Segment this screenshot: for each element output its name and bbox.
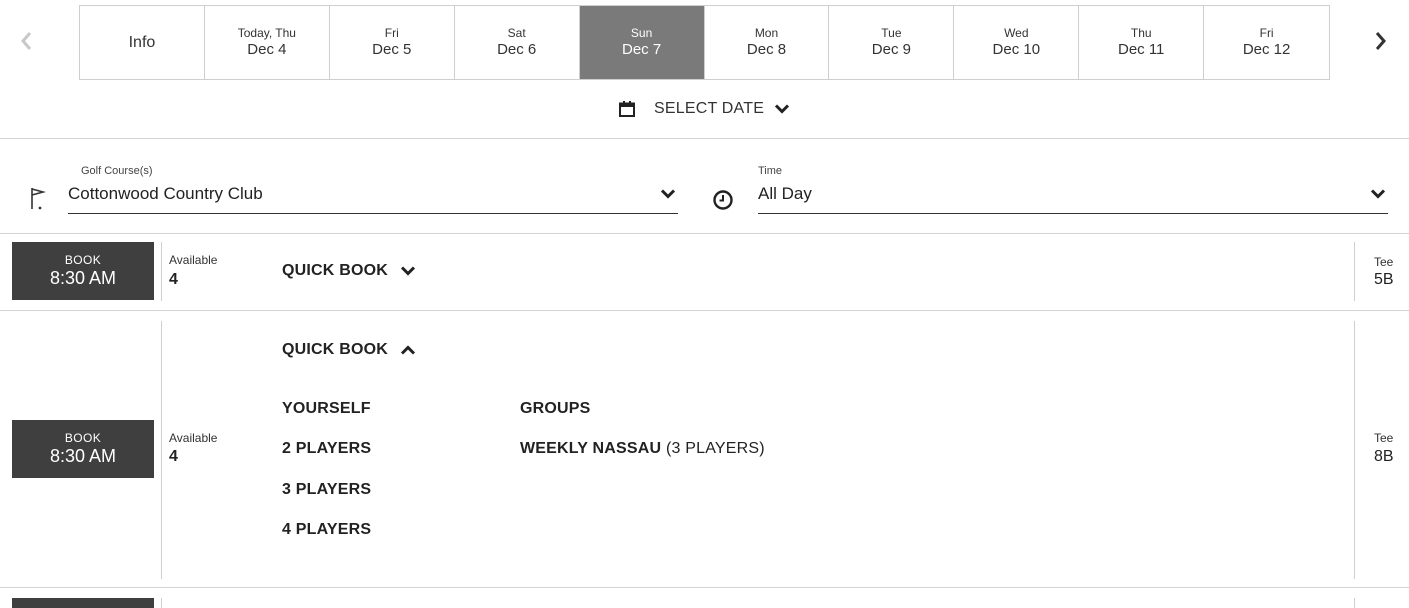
- course-field-underline: [68, 213, 678, 214]
- date-tab-date: Dec 8: [746, 41, 787, 58]
- tee-label: Tee: [1374, 431, 1394, 445]
- date-tab-date: Dec 5: [372, 41, 412, 58]
- chevron-down-icon: [400, 266, 416, 276]
- date-tab-dec-4[interactable]: Today, Thu Dec 4: [205, 6, 330, 79]
- date-tab-date: Dec 10: [992, 41, 1041, 58]
- chevron-up-icon: [400, 345, 416, 355]
- date-strip: Info Today, Thu Dec 4 Fri Dec 5 Sat Dec …: [79, 5, 1330, 80]
- time-field-underline: [758, 213, 1388, 214]
- quick-book-toggle[interactable]: QUICK BOOK: [282, 262, 416, 280]
- book-4-players-option[interactable]: 4 PLAYERS: [282, 521, 371, 539]
- date-tab-dec-7-selected[interactable]: Sun Dec 7: [579, 6, 705, 79]
- clock-icon: [713, 190, 733, 210]
- book-yourself-option[interactable]: YOURSELF: [282, 400, 371, 418]
- date-tab-weekday: Sun: [630, 26, 653, 40]
- date-tab-date: Dec 6: [497, 41, 537, 58]
- date-tab-dec-12[interactable]: Fri Dec 12: [1204, 6, 1329, 79]
- tee-time: 8:30 AM: [49, 446, 117, 466]
- select-date-label: SELECT DATE: [654, 100, 765, 117]
- time-field-label: Time: [758, 165, 783, 177]
- column-divider: [161, 242, 162, 301]
- book-button-row-2[interactable]: BOOK 8:30 AM: [12, 420, 154, 478]
- date-tab-weekday: Thu: [1130, 26, 1152, 40]
- column-divider: [1354, 242, 1355, 301]
- divider: [0, 587, 1409, 588]
- date-tab-date: Dec 7: [621, 41, 662, 58]
- chevron-right-icon: [1375, 32, 1386, 50]
- date-tab-weekday: Today, Thu: [237, 26, 296, 40]
- column-divider: [161, 598, 162, 608]
- book-button-row-3[interactable]: [12, 598, 154, 608]
- tee-value: 8B: [1374, 448, 1394, 465]
- info-tab-label: Info: [128, 33, 156, 51]
- date-tab-dec-9[interactable]: Tue Dec 9: [829, 6, 955, 79]
- date-tab-weekday: Tue: [881, 26, 902, 40]
- divider: [0, 138, 1409, 139]
- date-tab-date: Dec 4: [247, 41, 287, 58]
- book-label: BOOK: [64, 431, 102, 445]
- date-tab-dec-6[interactable]: Sat Dec 6: [455, 6, 580, 79]
- date-tab-dec-8[interactable]: Mon Dec 8: [705, 6, 830, 79]
- quick-book-label: QUICK BOOK: [282, 262, 388, 279]
- column-divider: [1354, 321, 1355, 579]
- book-2-players-option[interactable]: 2 PLAYERS: [282, 440, 371, 458]
- flag-icon: [31, 188, 47, 210]
- course-select[interactable]: Cottonwood Country Club: [68, 184, 263, 204]
- available-label: Available: [169, 431, 218, 445]
- book-label: BOOK: [64, 253, 102, 267]
- book-3-players-option[interactable]: 3 PLAYERS: [282, 481, 371, 499]
- quick-book-toggle[interactable]: QUICK BOOK: [282, 341, 416, 359]
- tee-value: 5B: [1374, 271, 1394, 288]
- date-tab-dec-5[interactable]: Fri Dec 5: [330, 6, 455, 79]
- column-divider: [1354, 598, 1355, 608]
- quick-book-label: QUICK BOOK: [282, 341, 388, 358]
- chevron-left-icon: [21, 32, 32, 50]
- date-tab-weekday: Mon: [754, 26, 779, 40]
- divider: [0, 233, 1409, 234]
- time-select[interactable]: All Day: [758, 184, 812, 204]
- course-field-label: Golf Course(s): [81, 165, 153, 177]
- available-label: Available: [169, 253, 218, 267]
- tee-time: 8:30 AM: [49, 268, 117, 288]
- group-name: WEEKLY NASSAU: [520, 440, 662, 457]
- date-tab-dec-10[interactable]: Wed Dec 10: [954, 6, 1080, 79]
- column-divider: [161, 321, 162, 579]
- date-tab-dec-11[interactable]: Thu Dec 11: [1079, 6, 1205, 79]
- date-tab-date: Dec 12: [1242, 41, 1291, 58]
- chevron-down-icon[interactable]: [660, 188, 676, 200]
- info-tab[interactable]: Info: [80, 6, 205, 79]
- date-tab-date: Dec 9: [871, 41, 911, 58]
- calendar-icon: [619, 101, 635, 117]
- chevron-down-icon: [775, 104, 790, 114]
- date-tab-weekday: Fri: [384, 26, 399, 40]
- divider: [0, 310, 1409, 311]
- next-dates-button[interactable]: [1369, 26, 1393, 56]
- chevron-down-icon[interactable]: [1370, 188, 1386, 200]
- book-button-row-1[interactable]: BOOK 8:30 AM: [12, 242, 154, 300]
- date-tab-date: Dec 11: [1117, 41, 1165, 58]
- available-count: 4: [169, 448, 178, 465]
- date-tab-weekday: Wed: [1004, 26, 1029, 40]
- group-weekly-nassau-option[interactable]: WEEKLY NASSAU (3 PLAYERS): [520, 440, 765, 458]
- available-count: 4: [169, 271, 178, 288]
- tee-label: Tee: [1374, 255, 1394, 269]
- select-date-button[interactable]: SELECT DATE: [618, 96, 790, 122]
- groups-heading: GROUPS: [520, 400, 591, 417]
- prev-dates-button[interactable]: [14, 26, 38, 56]
- date-tab-weekday: Fri: [1259, 26, 1274, 40]
- date-tab-weekday: Sat: [507, 26, 526, 40]
- group-detail: (3 PLAYERS): [665, 440, 765, 457]
